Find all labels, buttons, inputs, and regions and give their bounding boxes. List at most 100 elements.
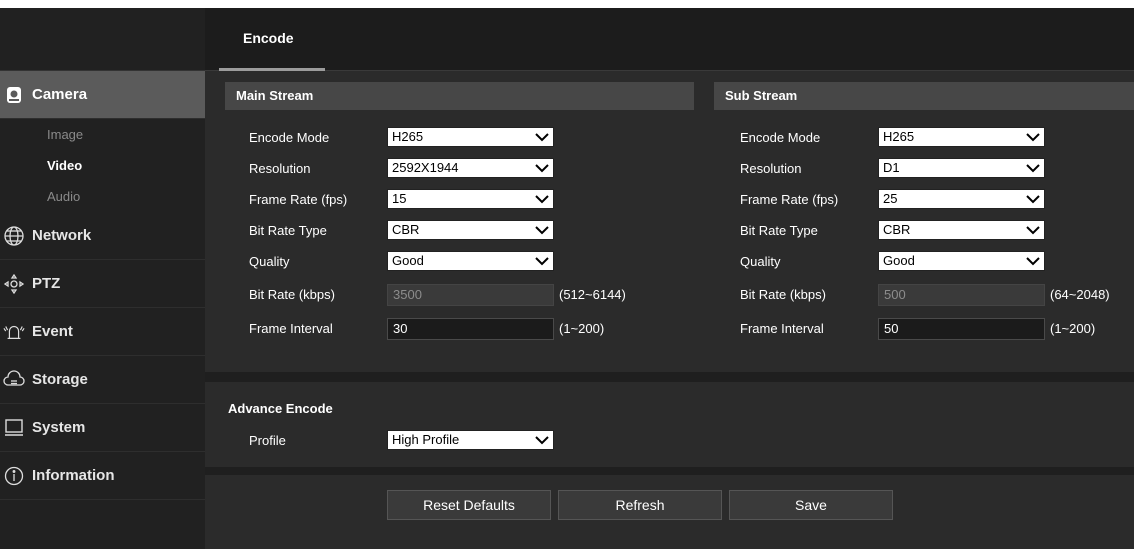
sub-quality-select[interactable]: Good (878, 251, 1045, 271)
sub-bit-rate-row: Bit Rate (kbps) 500 (64~2048) (714, 284, 1134, 306)
bit-rate-label: Bit Rate (kbps) (740, 287, 826, 302)
main-frame-interval-row: Frame Interval 30 (1~200) (225, 318, 694, 340)
select-value: 15 (392, 191, 407, 206)
profile-select[interactable]: High Profile (387, 430, 554, 450)
reset-defaults-button[interactable]: Reset Defaults (387, 490, 551, 520)
frame-rate-label: Frame Rate (fps) (249, 192, 348, 207)
chevron-down-icon (535, 133, 549, 142)
sidebar-item-information[interactable]: Information (0, 452, 205, 500)
info-icon (3, 465, 25, 487)
select-value: High Profile (392, 432, 460, 447)
main-bit-rate-type-row: Bit Rate Type CBR (225, 220, 694, 242)
main-frame-rate-select[interactable]: 15 (387, 189, 554, 209)
camera-icon (3, 84, 25, 106)
system-icon (3, 417, 25, 439)
main-resolution-row: Resolution 2592X1944 (225, 158, 694, 180)
frame-interval-range: (1~200) (559, 321, 605, 336)
main-bit-rate-input[interactable]: 3500 (387, 284, 554, 306)
main-content: Encode Main Stream Encode Mode H265 Reso… (205, 8, 1134, 549)
tab-label: Encode (243, 30, 294, 46)
sub-frame-rate-row: Frame Rate (fps) 25 (714, 189, 1134, 211)
tab-bar: Encode (205, 8, 1134, 71)
frame-interval-label: Frame Interval (740, 321, 824, 336)
profile-row: Profile High Profile (205, 430, 1134, 452)
profile-label: Profile (249, 433, 286, 448)
chevron-down-icon (1026, 226, 1040, 235)
section-divider (205, 467, 1134, 475)
main-quality-select[interactable]: Good (387, 251, 554, 271)
resolution-label: Resolution (249, 161, 311, 176)
sub-resolution-select[interactable]: D1 (878, 158, 1045, 178)
main-encode-mode-row: Encode Mode H265 (225, 127, 694, 149)
section-divider (205, 372, 1134, 382)
sub-quality-row: Quality Good (714, 251, 1134, 273)
encode-mode-label: Encode Mode (740, 130, 821, 145)
sidebar-item-storage[interactable]: Storage (0, 356, 205, 404)
sub-stream-panel: Sub Stream Encode Mode H265 Resolution D… (714, 82, 1134, 372)
sidebar-item-label: Network (32, 227, 92, 244)
bit-rate-type-label: Bit Rate Type (740, 223, 818, 238)
network-icon (3, 225, 25, 247)
frame-interval-range: (1~200) (1050, 321, 1096, 336)
chevron-down-icon (1026, 195, 1040, 204)
main-encode-mode-select[interactable]: H265 (387, 127, 554, 147)
select-value: CBR (392, 222, 420, 237)
encode-mode-label: Encode Mode (249, 130, 330, 145)
storage-icon (3, 369, 25, 391)
sidebar-item-camera[interactable]: Camera (0, 71, 215, 119)
sub-encode-mode-row: Encode Mode H265 (714, 127, 1134, 149)
chevron-down-icon (535, 164, 549, 173)
frame-rate-label: Frame Rate (fps) (740, 192, 839, 207)
sub-frame-interval-input[interactable]: 50 (878, 318, 1045, 340)
sidebar-item-label: System (32, 419, 86, 436)
sidebar-item-label: Event (32, 323, 73, 340)
sidebar-item-system[interactable]: System (0, 404, 205, 452)
main-frame-interval-input[interactable]: 30 (387, 318, 554, 340)
sidebar-subitem-audio[interactable]: Audio (0, 181, 205, 212)
event-icon (3, 321, 25, 343)
sidebar-item-event[interactable]: Event (0, 308, 205, 356)
bit-rate-type-label: Bit Rate Type (249, 223, 327, 238)
refresh-button[interactable]: Refresh (558, 490, 722, 520)
main-stream-panel: Main Stream Encode Mode H265 Resolution … (225, 82, 694, 372)
select-value: 2592X1944 (392, 160, 459, 175)
sidebar-item-label: Storage (32, 371, 88, 388)
main-resolution-select[interactable]: 2592X1944 (387, 158, 554, 178)
sidebar-item-network[interactable]: Network (0, 212, 205, 260)
main-quality-row: Quality Good (225, 251, 694, 273)
chevron-down-icon (1026, 133, 1040, 142)
sub-bit-rate-type-select[interactable]: CBR (878, 220, 1045, 240)
bit-rate-range: (64~2048) (1050, 287, 1110, 302)
chevron-down-icon (535, 436, 549, 445)
sidebar-item-ptz[interactable]: PTZ (0, 260, 205, 308)
select-value: CBR (883, 222, 911, 237)
chevron-down-icon (1026, 257, 1040, 266)
main-frame-rate-row: Frame Rate (fps) 15 (225, 189, 694, 211)
sub-encode-mode-select[interactable]: H265 (878, 127, 1045, 147)
sidebar: Camera Image Video Audio Network PTZ Eve… (0, 8, 215, 549)
sidebar-subitem-video[interactable]: Video (0, 150, 205, 181)
frame-interval-label: Frame Interval (249, 321, 333, 336)
sub-bit-rate-input[interactable]: 500 (878, 284, 1045, 306)
sidebar-subitem-image[interactable]: Image (0, 119, 205, 150)
chevron-down-icon (1026, 164, 1040, 173)
sub-resolution-row: Resolution D1 (714, 158, 1134, 180)
sub-frame-rate-select[interactable]: 25 (878, 189, 1045, 209)
sidebar-top-blank (0, 8, 205, 71)
advance-encode-title: Advance Encode (228, 401, 333, 416)
sub-frame-interval-row: Frame Interval 50 (1~200) (714, 318, 1134, 340)
tab-encode[interactable]: Encode (219, 8, 325, 71)
app-window: Camera Image Video Audio Network PTZ Eve… (0, 0, 1134, 549)
select-value: Good (883, 253, 915, 268)
ptz-icon (3, 273, 25, 295)
chevron-down-icon (535, 195, 549, 204)
sidebar-item-label: PTZ (32, 275, 61, 292)
quality-label: Quality (740, 254, 781, 269)
chevron-down-icon (535, 257, 549, 266)
save-button[interactable]: Save (729, 490, 893, 520)
sidebar-item-label: Camera (32, 86, 88, 103)
select-value: 25 (883, 191, 898, 206)
sidebar-item-label: Information (32, 467, 115, 484)
main-bit-rate-type-select[interactable]: CBR (387, 220, 554, 240)
select-value: Good (392, 253, 424, 268)
